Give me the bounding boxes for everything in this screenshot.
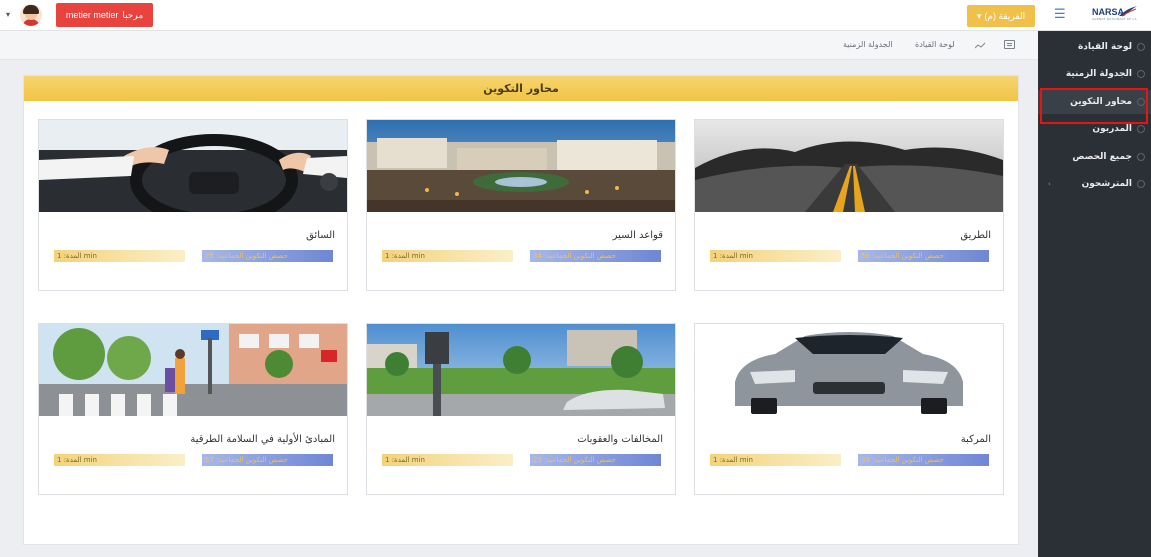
sessions-badge: حصص التكوين الجماعية: 23 [530,454,661,466]
sessions-badge: حصص التكوين الجماعية: 25 [202,250,333,262]
breadcrumb-dashboard[interactable]: لوحة القيادة [915,40,955,49]
breadcrumb: لوحة القيادة الجدولة الزمنية [0,31,1038,60]
hamburger-menu-icon[interactable]: ☰ [1054,8,1066,21]
welcome-label: مرحبا [122,9,144,20]
road-image [695,120,1003,212]
card-title: المركبة [960,434,991,445]
duration-badge: المدة: 1 min [710,454,841,466]
circle-icon [1137,180,1145,188]
card-title: الطريق [960,230,991,241]
sessions-badge: حصص التكوين الجماعية: 56 [858,250,989,262]
user-avatar[interactable] [20,4,42,26]
sidebar-item-all-sessions[interactable]: جميع الحصص [1038,145,1151,169]
sidebar-item-candidates[interactable]: ‹ المترشحون [1038,172,1151,196]
training-axis-card-traffic-rules[interactable]: قواعد السير حصص التكوين الجماعية: 34 الم… [366,119,676,291]
duration-badge: المدة: 1 min [382,250,513,262]
logo-swoosh-icon [1119,6,1137,17]
sessions-badge: حصص التكوين الجماعية: 34 [530,250,661,262]
circle-icon [1137,70,1145,78]
sidebar-item-schedule[interactable]: الجدولة الزمنية [1038,62,1151,86]
user-name-label: metier metier [65,10,119,20]
user-menu-caret-icon[interactable]: ▾ [6,10,10,19]
breadcrumb-schedule[interactable]: الجدولة الزمنية [843,40,893,49]
training-axes-panel: محاور التكوين الطريق حصص التكوين الجماعي… [23,75,1019,545]
card-title: المخالفات والعقوبات [577,434,663,445]
duration-badge: المدة: 1 min [710,250,841,262]
circle-icon [1137,153,1145,161]
duration-badge: المدة: 1 min [54,250,185,262]
calendar-icon [1004,40,1015,49]
welcome-user-button[interactable]: metier metier مرحبا [56,3,153,27]
duration-badge: المدة: 1 min [54,454,185,466]
sessions-badge: حصص التكوين الجماعية: 33 [858,454,989,466]
chart-line-icon [975,42,986,49]
car-image [695,324,1003,416]
circle-icon [1137,43,1145,51]
training-axis-card-road-safety[interactable]: المبادئ الأولية في السلامة الطرقية حصص ا… [38,323,348,495]
top-navbar: ▾ metier metier مرحبا ▾ الفريقة (م) ☰ NA… [0,0,1151,31]
sessions-badge: حصص التكوين الجماعية: 67 [202,454,333,466]
card-title: المبادئ الأولية في السلامة الطرقية [190,434,335,445]
pedestrian-crossing-image [39,324,347,416]
steering-wheel-image [39,120,347,212]
duration-badge: المدة: 1 min [382,454,513,466]
fleet-caret-icon: ▾ [976,10,982,21]
speed-camera-image [367,324,675,416]
card-title: السائق [306,230,335,241]
narsa-logo[interactable]: NARSA AGENCE NATIONALE DE LA SECURITE RO… [1092,6,1138,23]
training-axis-card-driver[interactable]: السائق حصص التكوين الجماعية: 25 المدة: 1… [38,119,348,291]
logo-subtitle: AGENCE NATIONALE DE LA SECURITE ROUTIERE [1092,17,1138,21]
panel-title: محاور التكوين [24,76,1018,101]
training-axis-card-violations[interactable]: المخالفات والعقوبات حصص التكوين الجماعية… [366,323,676,495]
city-roundabout-image [367,120,675,212]
sidebar-item-dashboard[interactable]: لوحة القيادة [1038,35,1151,59]
fleet-dropdown-button[interactable]: ▾ الفريقة (م) [967,5,1035,27]
training-axis-card-vehicle[interactable]: المركبة حصص التكوين الجماعية: 33 المدة: … [694,323,1004,495]
highlight-annotation [1040,88,1148,124]
training-axis-card-road[interactable]: الطريق حصص التكوين الجماعية: 56 المدة: 1… [694,119,1004,291]
circle-icon [1137,125,1145,133]
card-title: قواعد السير [612,230,663,241]
chevron-left-icon: ‹ [1048,180,1051,188]
fleet-button-label: الفريقة (م) [984,10,1026,21]
